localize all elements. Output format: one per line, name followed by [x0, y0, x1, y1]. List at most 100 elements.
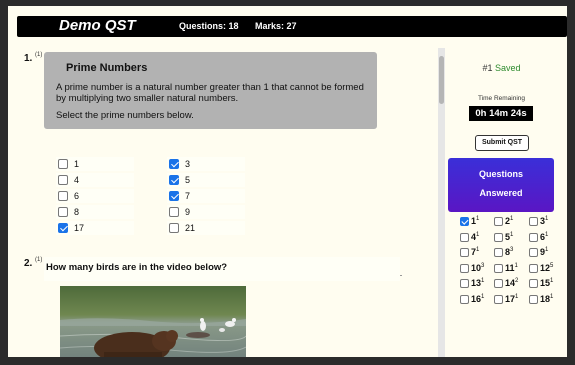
- question-nav-marks: 2: [515, 278, 519, 284]
- question-nav-item[interactable]: 83: [494, 247, 524, 259]
- question-nav-checkbox[interactable]: [460, 279, 469, 288]
- saved-question-number: #1: [482, 63, 493, 73]
- question-nav-number-text: 18: [540, 293, 551, 304]
- question-nav-item[interactable]: 31: [529, 216, 559, 228]
- answer-option[interactable]: 4: [56, 173, 134, 187]
- option-checkbox[interactable]: [169, 159, 179, 169]
- question-nav-checkbox[interactable]: [460, 263, 469, 273]
- answer-option[interactable]: 21: [167, 221, 245, 235]
- qa-title-line2: Answered: [479, 188, 523, 198]
- question-nav-item[interactable]: 91: [529, 247, 559, 259]
- question-nav-number: 142: [505, 278, 518, 288]
- answer-option[interactable]: 7: [167, 189, 245, 203]
- answer-option[interactable]: 17: [56, 221, 134, 235]
- question-nav-item[interactable]: 131: [460, 278, 490, 290]
- question-nav-number: 51: [505, 232, 513, 242]
- question-nav-checkbox[interactable]: [494, 279, 503, 288]
- option-label: 9: [185, 207, 191, 217]
- question-marks: (1): [35, 52, 43, 58]
- save-status: #1 Saved: [448, 63, 555, 73]
- question-nav-item[interactable]: 21: [494, 216, 524, 228]
- option-checkbox[interactable]: [58, 191, 68, 201]
- question-heading: Prime Numbers: [66, 62, 148, 74]
- answer-option[interactable]: 8: [56, 205, 134, 219]
- option-label: 21: [185, 223, 196, 233]
- question-nav-checkbox[interactable]: [494, 263, 503, 273]
- question-nav-item[interactable]: 11: [460, 216, 490, 228]
- question-nav-marks: 1: [476, 216, 480, 222]
- question-nav-item[interactable]: 41: [460, 232, 490, 244]
- option-checkbox[interactable]: [169, 175, 179, 185]
- question-nav-checkbox[interactable]: [494, 248, 503, 257]
- question-nav-item[interactable]: 171: [494, 294, 524, 306]
- question-nav-number-text: 14: [505, 278, 516, 288]
- question-nav-checkbox[interactable]: [529, 232, 538, 242]
- answer-option[interactable]: 3: [167, 157, 245, 171]
- answer-option[interactable]: 9: [167, 205, 245, 219]
- question-nav-number-text: 15: [540, 278, 551, 288]
- question-text: How many birds are in the video below?: [44, 257, 400, 281]
- option-checkbox[interactable]: [58, 175, 68, 185]
- question-nav-checkbox[interactable]: [529, 294, 538, 304]
- scrollbar-thumb[interactable]: [439, 56, 444, 104]
- question-nav-checkbox[interactable]: [460, 232, 469, 242]
- option-checkbox[interactable]: [58, 159, 68, 169]
- question-nav-checkbox[interactable]: [494, 294, 503, 304]
- question-nav-item[interactable]: 181: [529, 294, 559, 306]
- question-nav-number: 161: [471, 294, 484, 304]
- header-bar: Demo QST Questions: 18 Marks: 27: [17, 16, 567, 37]
- video-player[interactable]: [60, 286, 246, 357]
- question-nav-number: 151: [540, 278, 553, 288]
- option-checkbox[interactable]: [58, 207, 68, 217]
- app-title: Demo QST: [59, 17, 136, 34]
- question-nav-checkbox[interactable]: [460, 294, 469, 304]
- question-nav-marks: 1: [481, 278, 485, 284]
- question-nav-number: 41: [471, 232, 479, 242]
- option-checkbox[interactable]: [169, 223, 179, 233]
- question-nav-number: 31: [540, 216, 548, 226]
- question-nav-marks: 1: [476, 247, 480, 253]
- answer-option[interactable]: 1: [56, 157, 134, 171]
- questions-answered-panel: Questions Answered: [448, 158, 554, 212]
- answer-option[interactable]: 6: [56, 189, 134, 203]
- submit-button[interactable]: Submit QST: [475, 135, 529, 151]
- question-nav-item[interactable]: 71: [460, 247, 490, 259]
- question-nav-item[interactable]: 111: [494, 263, 524, 275]
- option-checkbox[interactable]: [169, 207, 179, 217]
- question-nav-number-text: 11: [505, 262, 515, 273]
- answer-option[interactable]: 5: [167, 173, 245, 187]
- question-nav-item[interactable]: 151: [529, 278, 559, 290]
- marks-count: Marks: 27: [255, 21, 297, 31]
- question-nav-item[interactable]: 51: [494, 232, 524, 244]
- question-nav-checkbox[interactable]: [529, 248, 538, 257]
- option-label: 7: [185, 191, 191, 201]
- question-nav-number: 83: [505, 247, 513, 257]
- question-nav-checkbox[interactable]: [529, 263, 538, 273]
- question-nav-checkbox[interactable]: [494, 217, 503, 226]
- question-nav-checkbox[interactable]: [529, 279, 538, 288]
- countdown-timer: 0h 14m 24s: [469, 106, 533, 121]
- option-checkbox[interactable]: [169, 191, 179, 201]
- option-checkbox[interactable]: [58, 223, 68, 233]
- question-nav-checkbox[interactable]: [460, 217, 469, 226]
- question-nav-item[interactable]: 103: [460, 263, 490, 275]
- saved-label: Saved: [495, 63, 521, 73]
- question-nav-checkbox[interactable]: [494, 232, 503, 242]
- app-window: Demo QST Questions: 18 Marks: 27 1. (1) …: [8, 6, 567, 357]
- question-nav-item[interactable]: 161: [460, 294, 490, 306]
- video-frame-image: [60, 286, 246, 357]
- question-nav-marks: 3: [481, 262, 485, 269]
- question-description: A prime number is a natural number great…: [56, 82, 364, 104]
- question-nav-item[interactable]: 61: [529, 232, 559, 244]
- question-number: 1.: [24, 53, 33, 64]
- question-nav-checkbox[interactable]: [529, 217, 538, 226]
- question-nav-item[interactable]: 142: [494, 278, 524, 290]
- scrollbar[interactable]: [438, 48, 445, 357]
- sidebar: #1 Saved Time Remaining 0h 14m 24s Submi…: [448, 40, 567, 357]
- question-nav-item[interactable]: 125: [529, 263, 559, 275]
- question-nav-number: 21: [505, 216, 513, 226]
- question-nav-number-text: 16: [471, 293, 482, 304]
- question-nav-number: 171: [505, 294, 518, 304]
- option-label: 3: [185, 159, 191, 169]
- question-nav-checkbox[interactable]: [460, 248, 469, 257]
